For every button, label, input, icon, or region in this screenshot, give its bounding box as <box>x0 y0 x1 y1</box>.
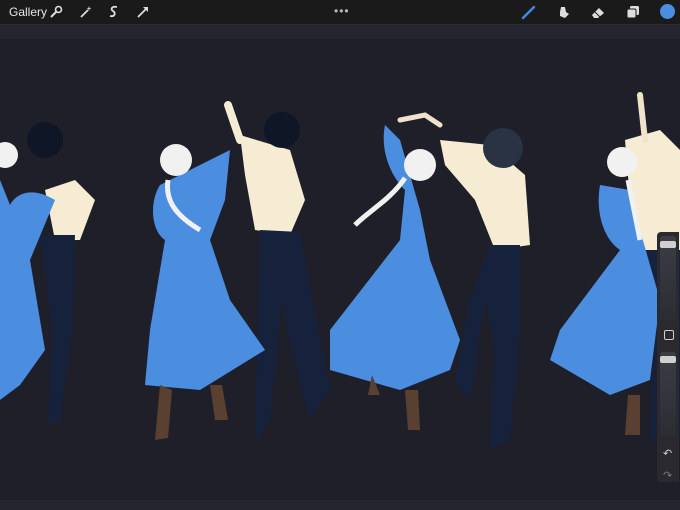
brush-icon[interactable] <box>521 4 537 20</box>
layers-icon[interactable] <box>625 4 641 20</box>
selection-icon[interactable] <box>106 4 122 20</box>
brush-size-slider-handle[interactable] <box>660 240 676 248</box>
illustration <box>0 92 680 450</box>
gallery-button[interactable]: Gallery <box>9 5 47 19</box>
couple-1-figure <box>0 122 95 425</box>
wrench-icon[interactable] <box>48 4 64 20</box>
modify-button[interactable] <box>664 330 674 340</box>
opacity-slider-handle[interactable] <box>660 355 676 363</box>
couple-3-figure <box>330 112 530 450</box>
smudge-icon[interactable] <box>556 4 572 20</box>
eraser-icon[interactable] <box>590 4 606 20</box>
canvas-bottom-edge <box>0 500 680 510</box>
opacity-slider[interactable] <box>660 352 676 436</box>
magic-wand-icon[interactable] <box>78 4 94 20</box>
transform-icon[interactable] <box>135 4 151 20</box>
brush-size-slider[interactable] <box>660 236 676 320</box>
more-options-icon[interactable]: ••• <box>334 4 350 18</box>
redo-icon[interactable]: ↷ <box>663 469 672 482</box>
undo-icon[interactable]: ↶ <box>663 447 672 460</box>
top-toolbar: Gallery ••• <box>0 0 680 25</box>
color-picker-button[interactable] <box>660 4 675 19</box>
canvas-top-edge <box>0 25 680 39</box>
drawing-canvas[interactable] <box>0 25 680 510</box>
couple-2-figure <box>145 101 330 440</box>
